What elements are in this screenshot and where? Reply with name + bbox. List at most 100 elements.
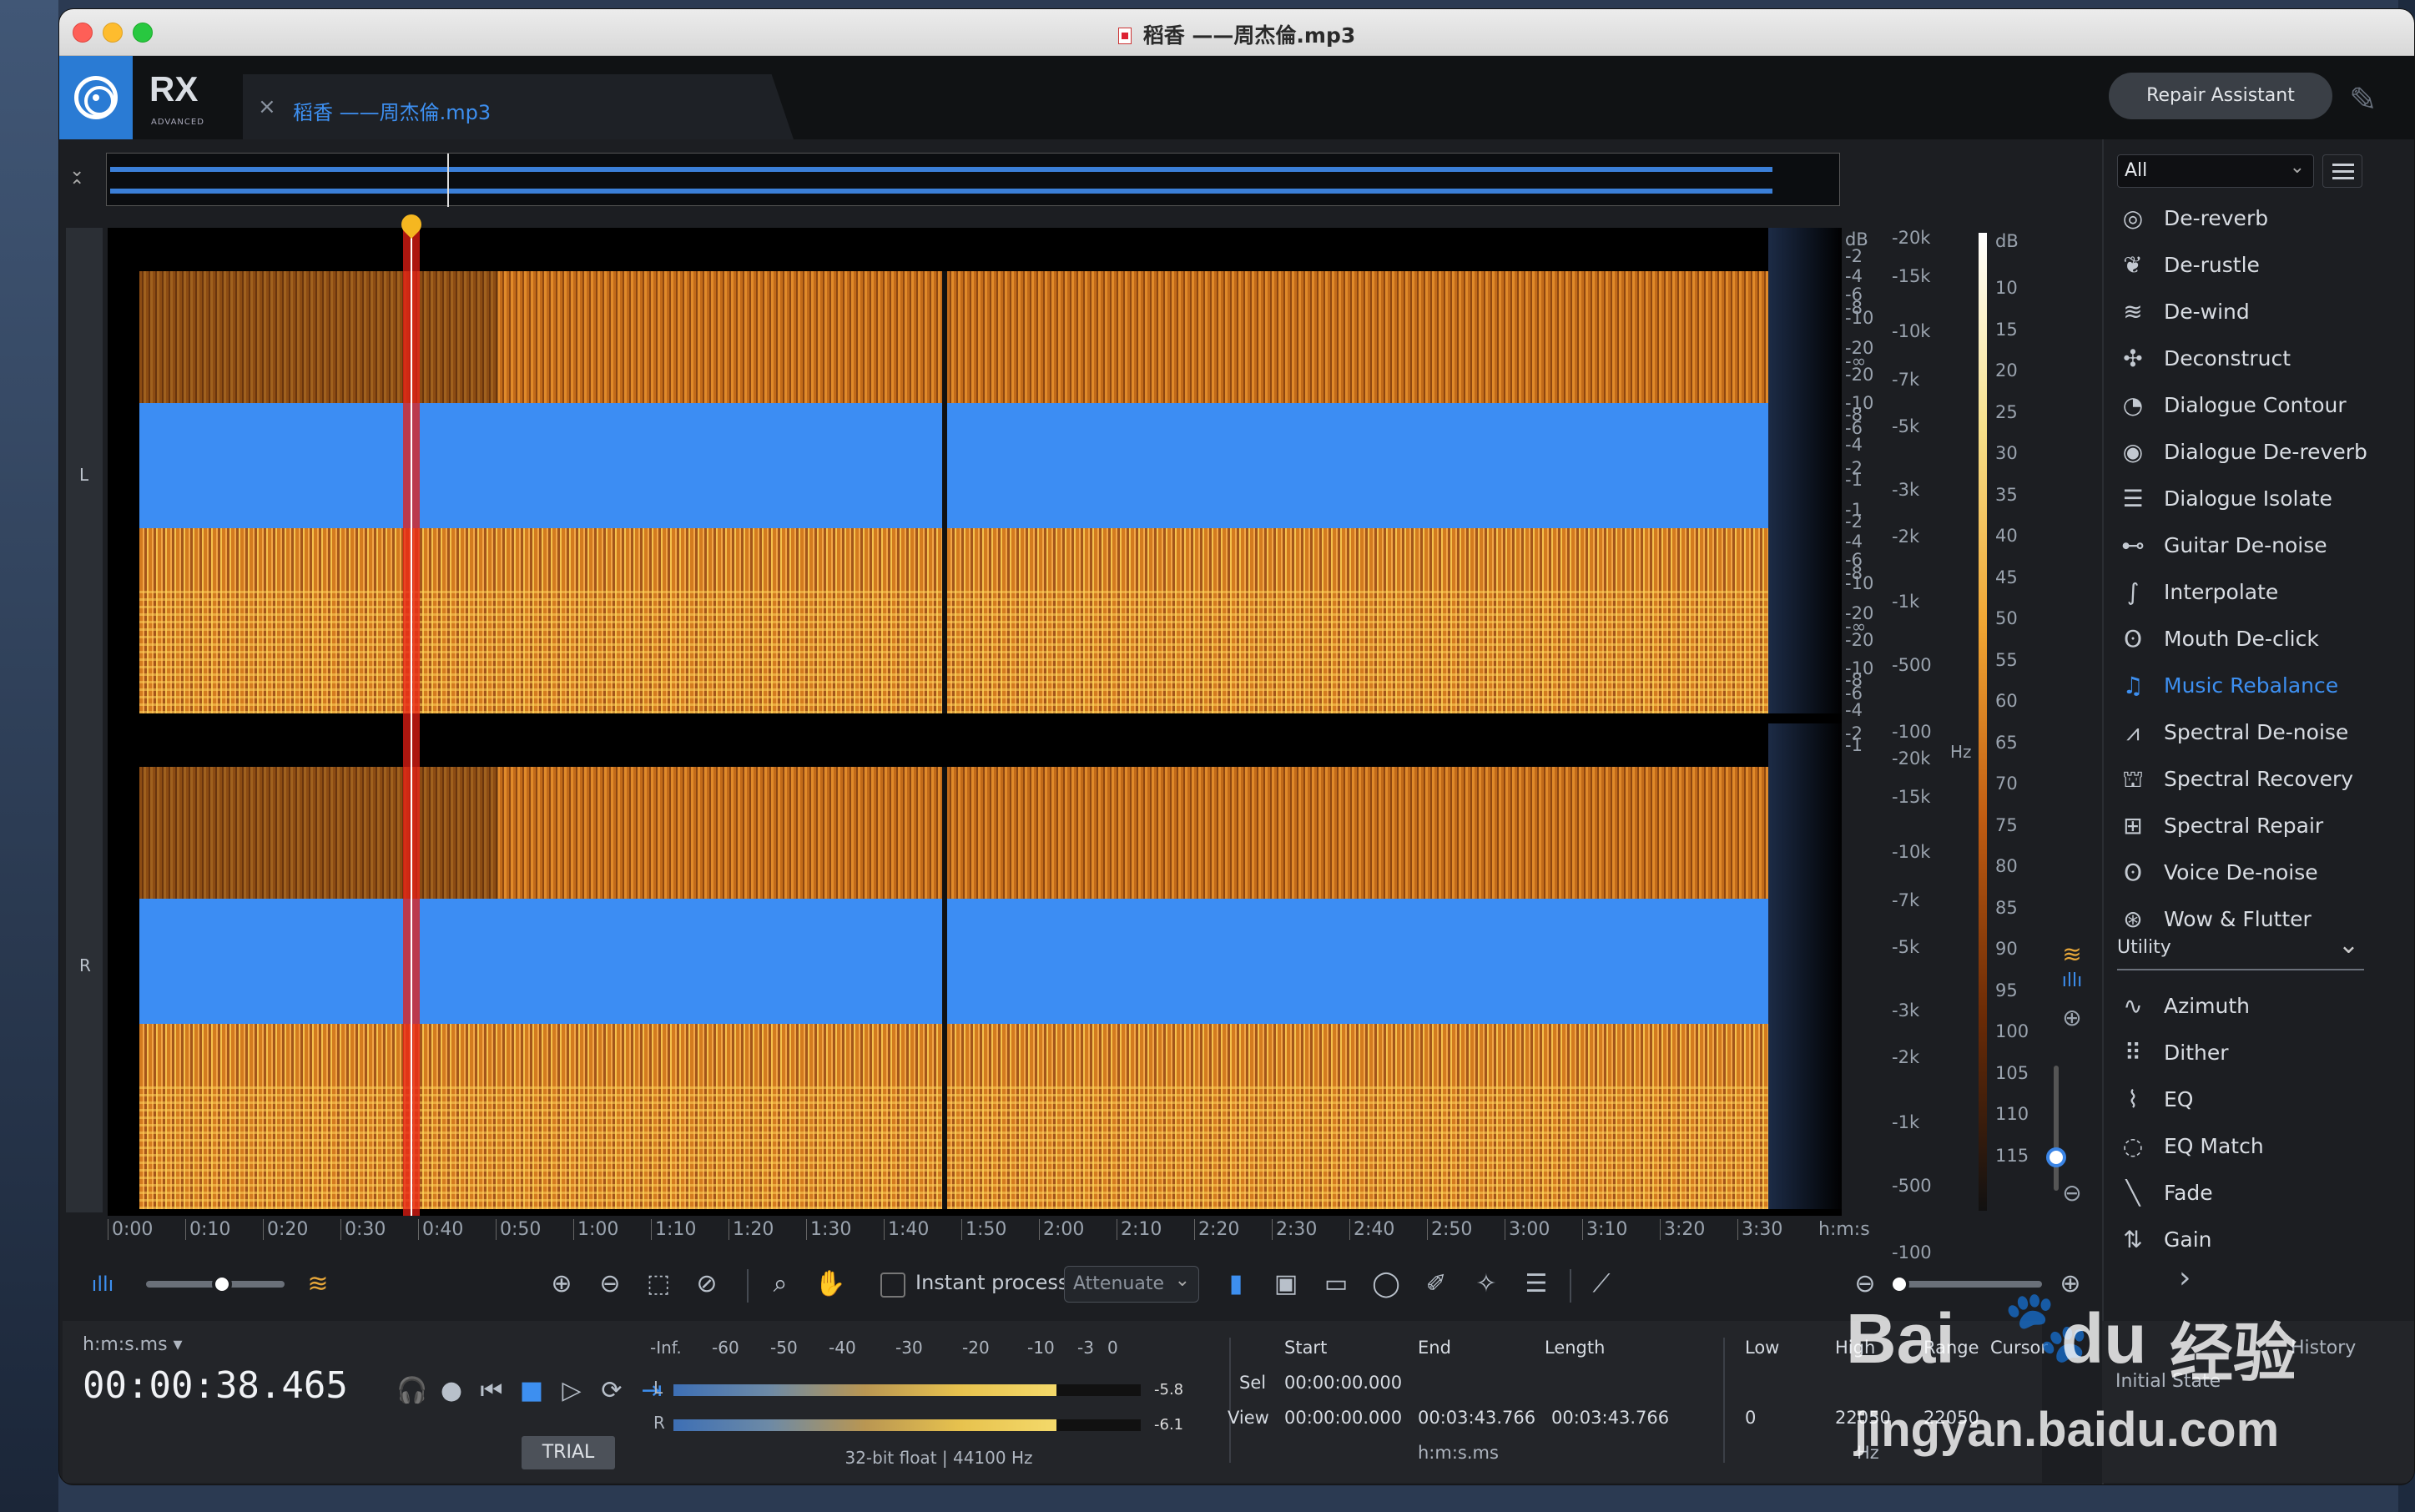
sel-start-value[interactable]: 00:00:00.000 [1284,1373,1402,1393]
module-item[interactable]: ❦ De-rustle [2114,243,2389,286]
lasso-icon[interactable]: ◯ [1369,1268,1403,1301]
module-label: Dialogue Contour [2164,393,2347,417]
meter-scale-tick: 0 [1107,1338,1118,1358]
module-label: Dialogue De-reverb [2164,440,2367,464]
module-item[interactable]: ⊷ Guitar De-noise [2114,523,2389,567]
rx-logo[interactable] [59,56,133,139]
collapse-overview-icon[interactable]: ⌄ ⌃ [69,162,84,197]
repair-assistant-button[interactable]: Repair Assistant [2109,73,2332,119]
window-title-text: 稻香 ——周杰倫.mp3 [1142,23,1356,48]
module-item[interactable]: ⛫ Spectral Recovery [2114,757,2389,800]
time-format-select[interactable]: h:m:s.ms ▾ [83,1334,183,1355]
module-item[interactable]: ⊞ Spectral Repair [2114,804,2389,847]
waveform-view-icon[interactable]: ıllı [2057,970,2087,1000]
spectrogram-view-icon[interactable]: ≋ [2057,940,2087,970]
panel-expand-icon[interactable]: › [2179,1261,2191,1295]
time-tick: 3:00 [1505,1219,1550,1240]
module-filter-select[interactable]: All [2117,152,2314,188]
module-label: Mouth De-click [2164,627,2319,651]
time-tick: 0:40 [418,1219,463,1240]
horizontal-zoom-knob[interactable] [1889,1274,1909,1294]
colorbar-tick: 115 [1995,1145,2029,1166]
zoom-out-horizontal-icon[interactable]: ⊖ [1848,1268,1882,1301]
window-title: 稻香 ——周杰倫.mp3 [59,19,2414,49]
module-menu-icon[interactable] [2322,154,2362,188]
view-end-value[interactable]: 00:03:43.766 [1418,1408,1535,1428]
zoom-out-vertical-icon[interactable]: ⊖ [2057,1179,2087,1209]
voice-de-noise-icon: ʘ [2123,859,2143,886]
spectrogram[interactable] [108,228,1842,1216]
module-item[interactable]: ◎ De-reverb [2114,196,2389,239]
loop-button[interactable]: ⟳ [597,1376,627,1406]
time-tick: 0:00 [108,1219,153,1240]
time-tick: 0:20 [263,1219,308,1240]
spectrogram-toggle-icon[interactable]: ≋ [301,1268,335,1301]
view-length-value[interactable]: 00:03:43.766 [1551,1408,1669,1428]
module-item[interactable]: ⠿ Dither [2114,1031,2389,1074]
time-tick: 1:40 [884,1219,929,1240]
meter-scale-tick: -Inf. [650,1338,682,1358]
play-button[interactable]: ▷ [557,1376,587,1406]
module-item[interactable]: ⩘ Spectral De-noise [2114,710,2389,753]
module-item[interactable]: ʘ Mouth De-click [2114,617,2389,660]
eq-match-icon: ◌ [2122,1132,2144,1160]
zoom-in-icon[interactable]: ⊕ [545,1268,578,1301]
waveform-overview[interactable] [106,153,1840,207]
module-item[interactable]: ⌇ EQ [2114,1077,2389,1121]
colorbar-tick: 110 [1995,1104,2029,1124]
module-label: Gain [2164,1227,2212,1252]
headphones-icon[interactable]: 🎧 [396,1376,427,1406]
zoom-fit-icon[interactable]: ⊘ [690,1268,723,1301]
time-select-icon[interactable]: ▮ [1219,1268,1253,1301]
spectrogram-right-channel[interactable] [108,723,1842,1209]
close-tab-icon[interactable]: × [258,94,276,119]
attenuate-select[interactable]: Attenuate [1064,1263,1199,1303]
zoom-out-icon[interactable]: ⊖ [593,1268,627,1301]
waveform-toggle-icon[interactable]: ıllı [86,1268,119,1301]
signature-pen-icon[interactable]: ✎ [2349,81,2396,123]
level-meters: -Inf. -60 -50 -40 -30 -20 -10 -3 0 L -5.8 R -6.1… [647,1321,1231,1483]
freq-select-icon[interactable]: ▭ [1319,1268,1353,1301]
module-item[interactable]: ╲ Fade [2114,1171,2389,1214]
hand-tool-icon[interactable]: ✋ [814,1268,847,1301]
magic-wand-icon[interactable]: ✧ [1470,1268,1503,1301]
file-tab-name: 稻香 ——周杰倫.mp3 [293,101,492,124]
module-item[interactable]: ≋ De-wind [2114,290,2389,333]
module-item[interactable]: ◌ EQ Match [2114,1124,2389,1167]
vertical-zoom-slider[interactable] [2054,1066,2059,1191]
module-item[interactable]: ∫ Interpolate [2114,570,2389,613]
spectral-repair-icon: ⊞ [2123,812,2143,839]
record-button[interactable]: ● [436,1376,466,1406]
module-label: De-rustle [2164,253,2260,277]
channel-label-left[interactable]: L [79,465,88,485]
file-tab[interactable]: × 稻香 ——周杰倫.mp3 [243,74,794,139]
instant-process-checkbox[interactable] [880,1273,905,1298]
brush-icon[interactable]: ✐ [1419,1268,1453,1301]
module-item[interactable]: ◉ Dialogue De-reverb [2114,430,2389,473]
harmonic-select-icon[interactable]: ☰ [1520,1268,1553,1301]
channel-label-right[interactable]: R [79,955,91,975]
skip-back-button[interactable]: ⏮ [476,1376,507,1406]
spectrogram-blend-knob[interactable] [212,1274,233,1294]
module-item[interactable]: ʘ Voice De-noise [2114,850,2389,894]
vertical-zoom-knob[interactable] [2046,1147,2066,1167]
stop-button[interactable]: ■ [517,1376,547,1406]
zoom-in-vertical-icon[interactable]: ⊕ [2057,1004,2087,1034]
module-item[interactable]: ∿ Azimuth [2114,984,2389,1027]
module-item[interactable]: ☰ Dialogue Isolate [2114,476,2389,520]
spectrogram-left-channel[interactable] [108,228,1842,713]
utility-header[interactable]: Utility [2117,930,2364,970]
view-start-value[interactable]: 00:00:00.000 [1284,1408,1402,1428]
zoom-selection-icon[interactable]: ⬚ [642,1268,675,1301]
colorbar-tick: 60 [1995,691,2018,711]
module-item[interactable]: ◔ Dialogue Contour [2114,383,2389,426]
length-header: Length [1545,1338,1606,1358]
low-value[interactable]: 0 [1745,1408,1756,1428]
magnify-icon[interactable]: ⌕ [764,1268,797,1301]
find-similar-icon[interactable]: ⟋ [1585,1268,1618,1301]
module-label: De-wind [2164,300,2250,324]
module-item[interactable]: ♫ Music Rebalance [2114,663,2389,707]
module-item[interactable]: ✣ Deconstruct [2114,336,2389,380]
module-item[interactable]: ⇅ Gain [2114,1217,2389,1261]
time-freq-select-icon[interactable]: ▣ [1269,1268,1303,1301]
